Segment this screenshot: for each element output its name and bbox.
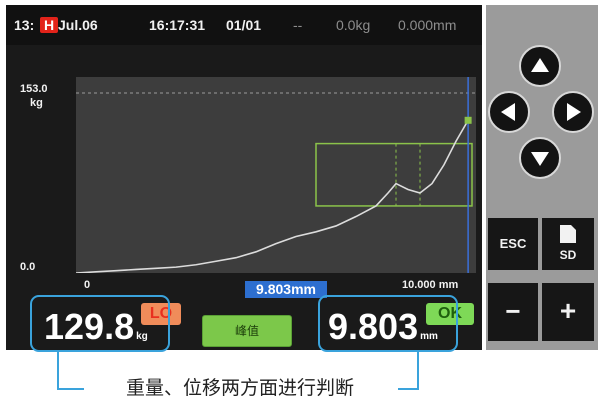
- callout-connector: [57, 352, 419, 390]
- annotation-caption: 重量、位移两方面进行判断: [125, 378, 354, 399]
